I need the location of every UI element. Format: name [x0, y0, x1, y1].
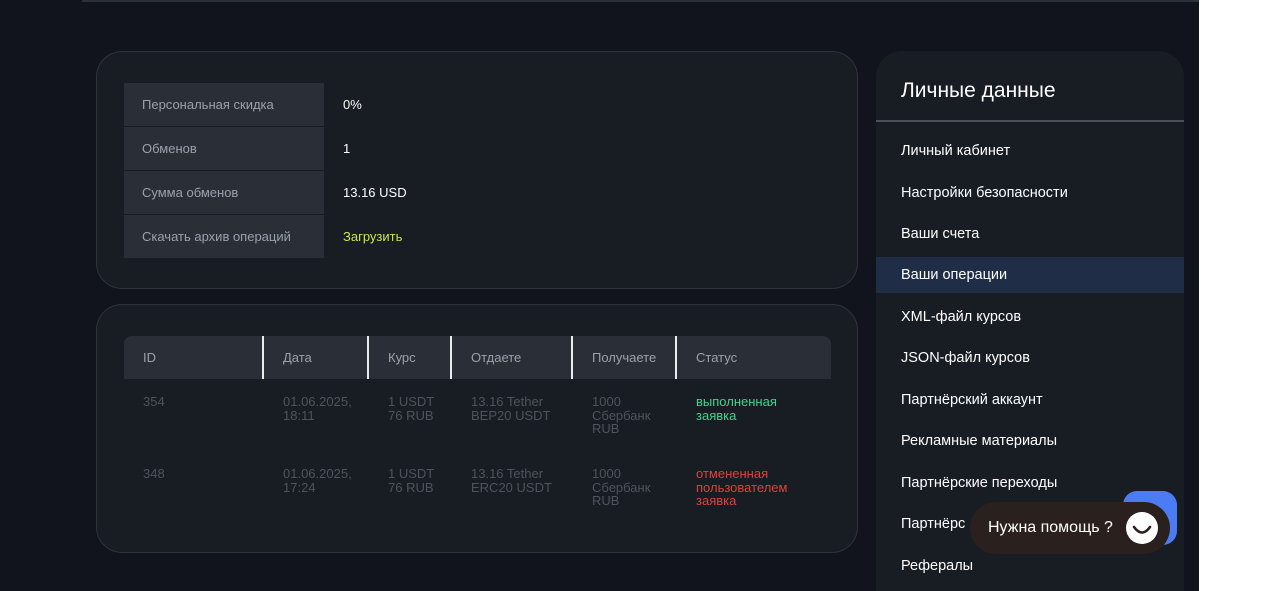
column-header-id: ID: [143, 350, 156, 365]
stat-value: 13.16 USD: [343, 185, 407, 200]
sidebar-item-personal-cabinet[interactable]: Личный кабинет: [876, 133, 1184, 169]
stat-row-discount: Персональная скидка 0%: [124, 83, 834, 126]
sidebar-item-security-settings[interactable]: Настройки безопасности: [876, 175, 1184, 211]
cell-get: 1000 Сбербанк RUB: [592, 466, 651, 508]
help-label: Нужна помощь ?: [988, 519, 1113, 536]
stat-row-download-archive: Скачать архив операций Загрузить: [124, 215, 834, 258]
cell-date: 01.06.2025, 17:24: [283, 466, 352, 495]
stat-row-exchanges: Обменов 1: [124, 127, 834, 170]
sidebar-item-promo-materials[interactable]: Рекламные материалы: [876, 423, 1184, 459]
stat-label: Обменов: [124, 127, 324, 170]
stat-value: 0%: [343, 97, 362, 112]
column-header-get: Получаете: [592, 350, 657, 365]
sidebar-divider: [876, 120, 1184, 122]
account-stats-card: Персональная скидка 0% Обменов 1 Сумма о…: [96, 51, 858, 289]
column-header-date: Дата: [283, 350, 312, 365]
column-header-rate: Курс: [388, 350, 416, 365]
sidebar-item-xml-rates[interactable]: XML-файл курсов: [876, 299, 1184, 335]
stat-label: Персональная скидка: [124, 83, 324, 126]
status-badge: выполненная заявка: [696, 394, 777, 423]
stat-row-exchange-sum: Сумма обменов 13.16 USD: [124, 171, 834, 214]
cell-give: 13.16 Tether BEP20 USDT: [471, 394, 551, 423]
operations-card: ID Дата Курс Отдаете Получаете Статус 35…: [96, 304, 858, 553]
help-chat-button[interactable]: Нужна помощь ?: [970, 502, 1170, 554]
column-header-give: Отдаете: [471, 350, 522, 365]
header-divider: [82, 0, 1199, 2]
download-archive-link[interactable]: Загрузить: [343, 215, 402, 258]
operations-table-header: ID Дата Курс Отдаете Получаете Статус: [124, 336, 831, 379]
cell-get: 1000 Сбербанк RUB: [592, 394, 651, 436]
sidebar-item-accounts[interactable]: Ваши счета: [876, 216, 1184, 252]
cell-rate: 1 USDT 76 RUB: [388, 394, 435, 423]
stat-value: 1: [343, 141, 351, 156]
cell-date: 01.06.2025, 18:11: [283, 394, 352, 423]
column-header-status: Статус: [696, 350, 738, 365]
cell-id: 354: [143, 394, 165, 409]
sidebar-item-partner-account[interactable]: Партнёрский аккаунт: [876, 382, 1184, 418]
sidebar-item-json-rates[interactable]: JSON-файл курсов: [876, 340, 1184, 376]
stat-label: Сумма обменов: [124, 171, 324, 214]
sidebar-title: Личные данные: [901, 79, 1056, 102]
page-viewport: Персональная скидка 0% Обменов 1 Сумма о…: [0, 0, 1199, 591]
cell-rate: 1 USDT 76 RUB: [388, 466, 435, 495]
sidebar-item-operations[interactable]: Ваши операции: [876, 257, 1184, 293]
status-badge: отмененная пользователем заявка: [696, 466, 788, 508]
chat-smile-icon: [1126, 512, 1158, 544]
cell-id: 348: [143, 466, 165, 481]
cell-give: 13.16 Tether ERC20 USDT: [471, 466, 552, 495]
stat-label: Скачать архив операций: [124, 215, 324, 258]
